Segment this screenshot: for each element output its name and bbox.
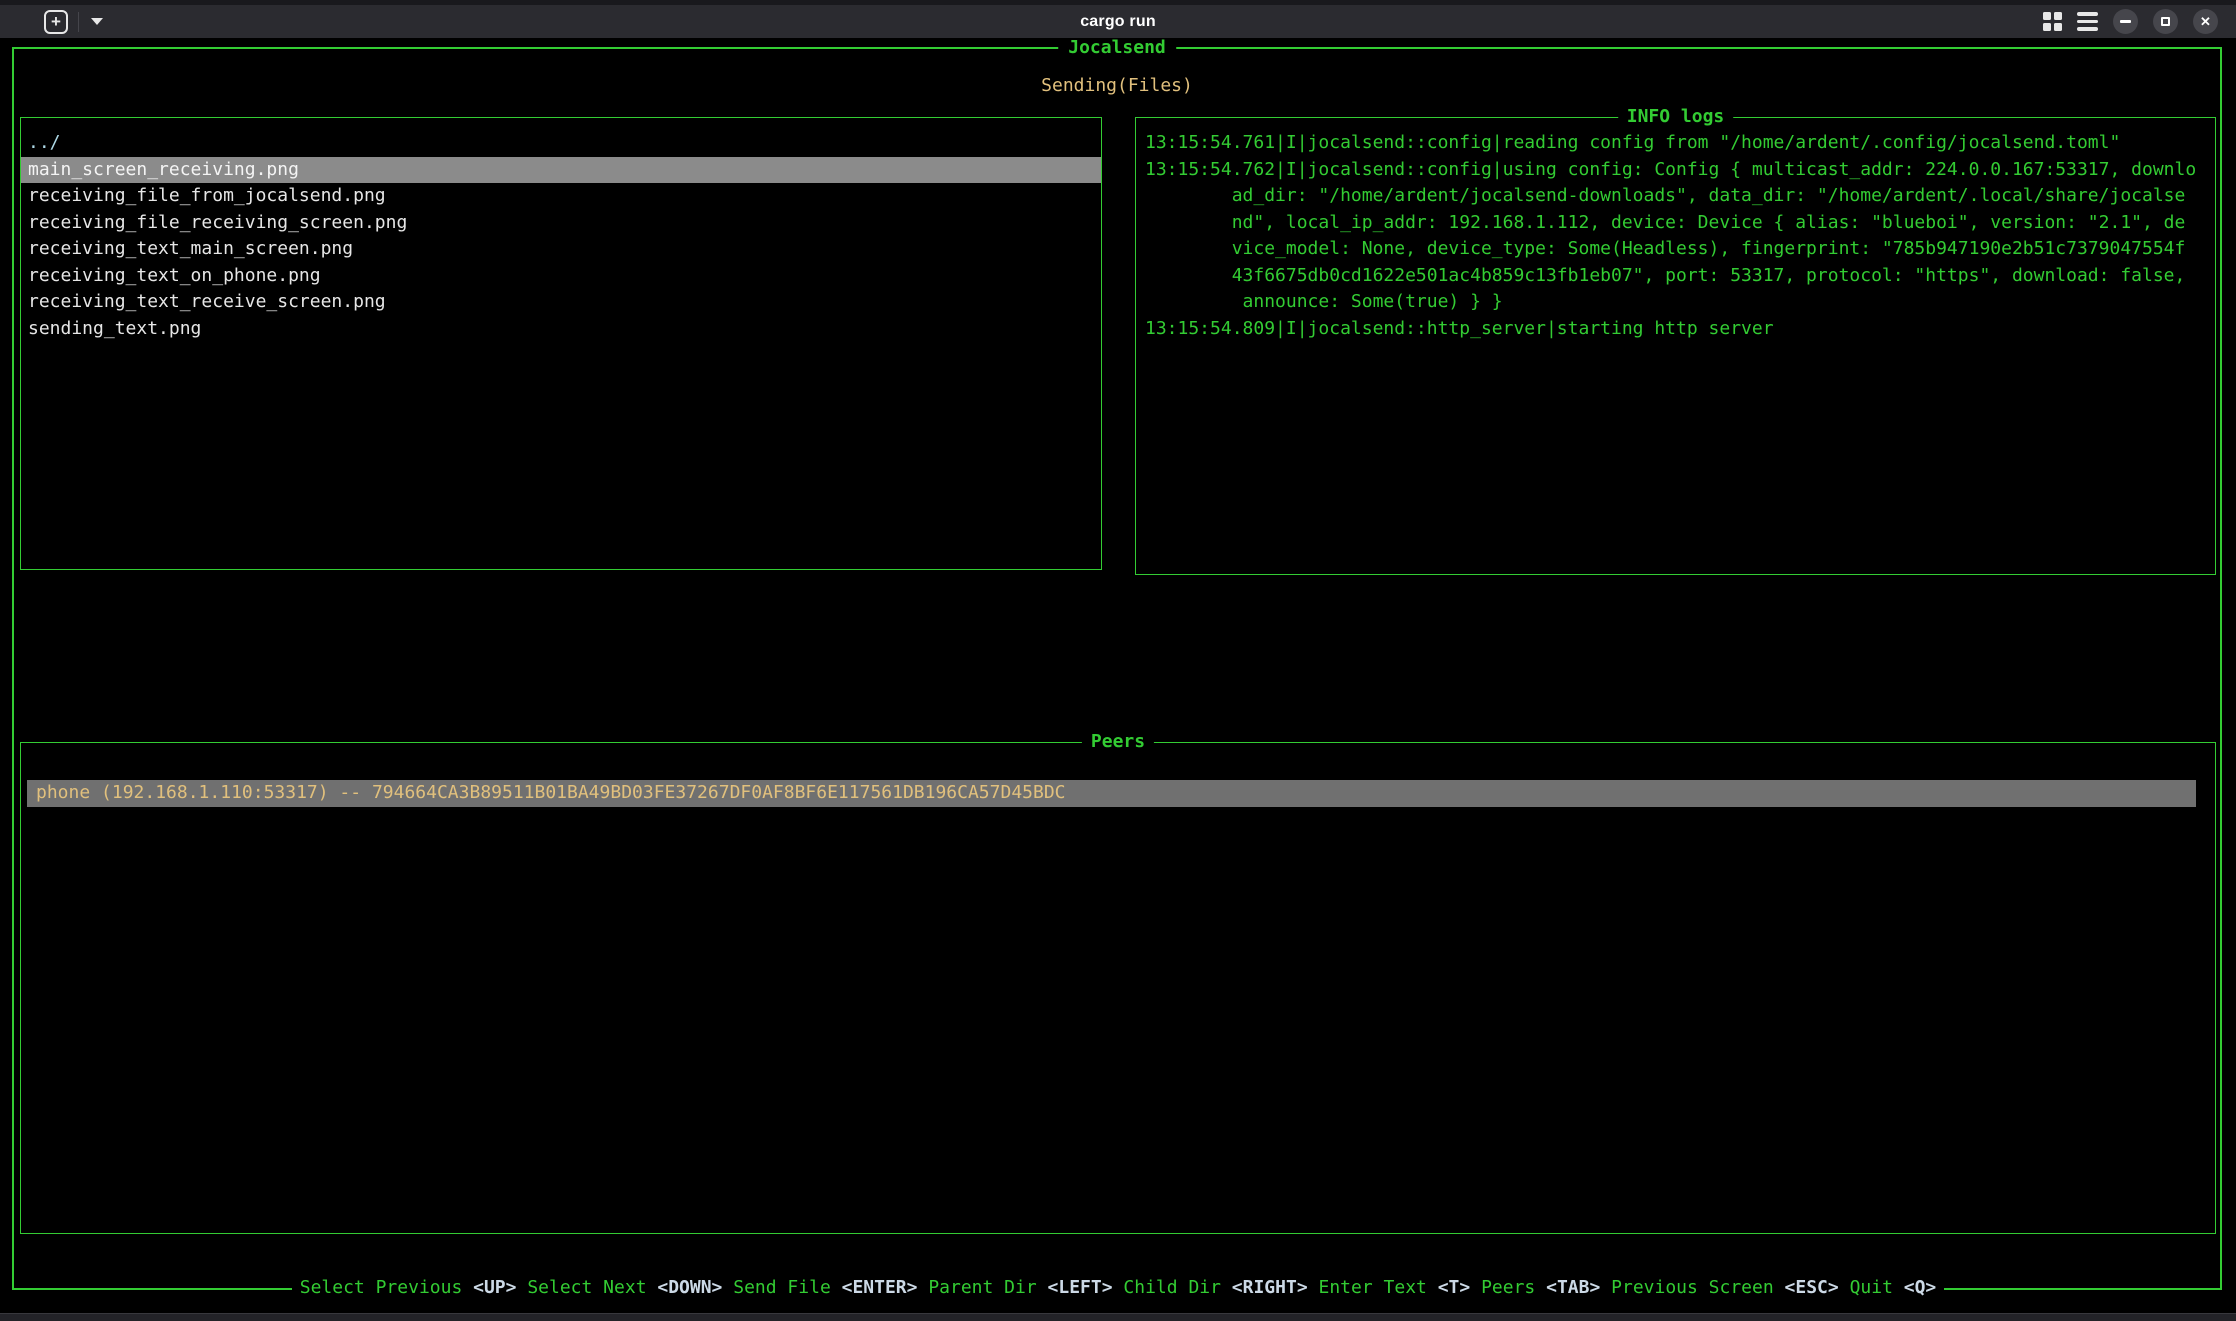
maximize-icon [2161, 17, 2170, 26]
shortcut-key: <LEFT> [1048, 1277, 1113, 1298]
file-list: ../main_screen_receiving.pngreceiving_fi… [21, 118, 1101, 342]
file-row[interactable]: receiving_file_from_jocalsend.png [21, 183, 1101, 210]
log-text: 13:15:54.761|I|jocalsend::config|reading… [1136, 118, 2215, 342]
shortcut-key: <RIGHT> [1232, 1277, 1308, 1298]
app-title: Jocalsend [1058, 35, 1176, 62]
shortcut-label: Select Previous [300, 1277, 473, 1298]
maximize-button[interactable] [2153, 9, 2178, 34]
close-icon: ✕ [2200, 15, 2211, 28]
info-logs-title: INFO logs [1618, 104, 1734, 131]
peer-row[interactable]: phone (192.168.1.110:53317) -- 794664CA3… [27, 780, 2196, 807]
tab-overview-icon[interactable] [2043, 12, 2062, 31]
file-row[interactable]: main_screen_receiving.png [21, 157, 1101, 184]
app-mode-subtitle: Sending(Files) [1041, 73, 1193, 100]
shortcut-key: <ENTER> [842, 1277, 918, 1298]
file-row[interactable]: sending_text.png [21, 316, 1101, 343]
close-button[interactable]: ✕ [2193, 9, 2218, 34]
chevron-down-icon[interactable] [91, 18, 103, 25]
peers-title: Peers [1082, 729, 1154, 756]
window-titlebar: + cargo run ✕ [0, 0, 2236, 38]
shortcut-label: Child Dir [1123, 1277, 1231, 1298]
shortcut-label: Select Next [527, 1277, 657, 1298]
shortcut-key: <UP> [473, 1277, 516, 1298]
file-browser-panel: ../main_screen_receiving.pngreceiving_fi… [20, 117, 1102, 570]
file-row[interactable]: receiving_file_receiving_screen.png [21, 210, 1101, 237]
shortcut-label: Peers [1481, 1277, 1546, 1298]
shortcut-label: Enter Text [1319, 1277, 1438, 1298]
window-title: cargo run [1080, 13, 1156, 31]
plus-icon: + [51, 12, 61, 32]
shortcut-key: <Q> [1904, 1277, 1937, 1298]
shortcut-key: <DOWN> [657, 1277, 722, 1298]
window-bottom-edge [0, 1313, 2236, 1321]
shortcuts-text: Select Previous <UP> Select Next <DOWN> … [292, 1275, 1945, 1302]
menu-icon[interactable] [2077, 12, 2098, 31]
peers-panel: Peers phone (192.168.1.110:53317) -- 794… [20, 742, 2216, 1234]
shortcut-label: Quit [1850, 1277, 1904, 1298]
new-tab-button[interactable]: + [44, 10, 68, 34]
shortcut-label: Previous Screen [1611, 1277, 1784, 1298]
shortcut-label: Parent Dir [928, 1277, 1047, 1298]
terminal-screen: Jocalsend Sending(Files) ../main_screen_… [0, 38, 2236, 1313]
shortcuts-bar: Select Previous <UP> Select Next <DOWN> … [0, 1275, 2236, 1302]
shortcut-key: <TAB> [1546, 1277, 1600, 1298]
file-row[interactable]: receiving_text_receive_screen.png [21, 289, 1101, 316]
titlebar-left-controls: + [44, 10, 103, 34]
minimize-icon [2120, 20, 2131, 23]
file-row[interactable]: ../ [21, 130, 1101, 157]
shortcut-key: <T> [1438, 1277, 1471, 1298]
titlebar-separator [78, 12, 79, 32]
minimize-button[interactable] [2113, 9, 2138, 34]
file-row[interactable]: receiving_text_main_screen.png [21, 236, 1101, 263]
file-row[interactable]: receiving_text_on_phone.png [21, 263, 1101, 290]
info-logs-panel: INFO logs 13:15:54.761|I|jocalsend::conf… [1135, 117, 2216, 575]
titlebar-right-controls: ✕ [2043, 9, 2218, 34]
shortcut-label: Send File [733, 1277, 841, 1298]
shortcut-key: <ESC> [1785, 1277, 1839, 1298]
